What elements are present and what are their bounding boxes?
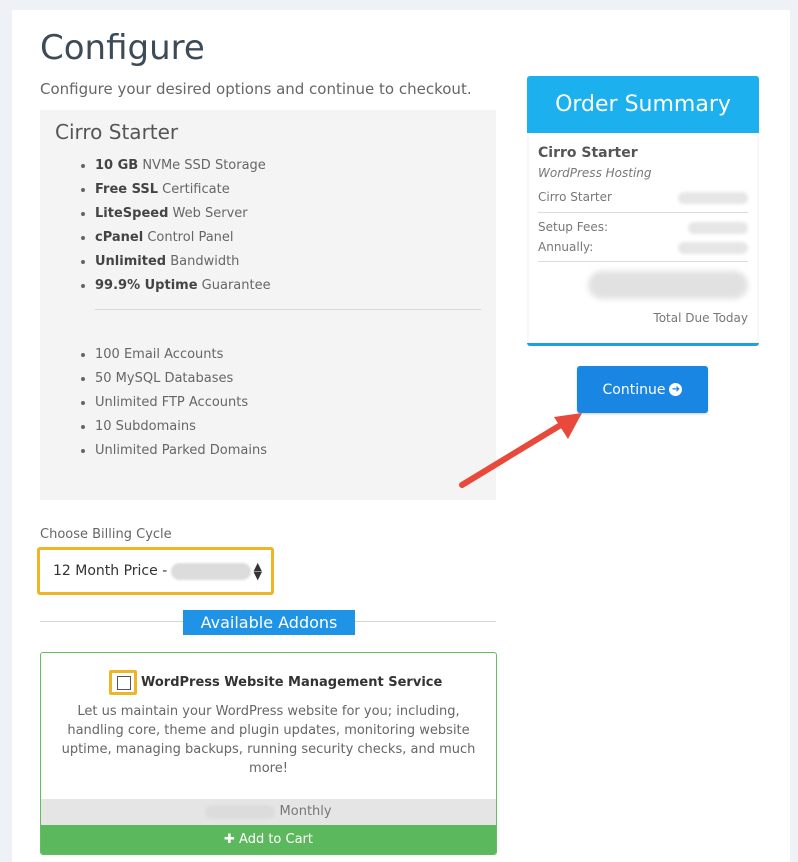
order-summary-body: Cirro Starter WordPress Hosting Cirro St… bbox=[529, 133, 757, 343]
total-due-label: Total Due Today bbox=[653, 311, 748, 325]
billing-cycle-label: Choose Billing Cycle bbox=[40, 527, 172, 542]
summary-divider bbox=[538, 212, 748, 213]
addons-heading: Available Addons bbox=[183, 610, 355, 635]
summary-product-name: Cirro Starter bbox=[538, 145, 638, 161]
product-name: Cirro Starter bbox=[55, 120, 179, 144]
list-item: 50 MySQL Databases bbox=[95, 369, 267, 393]
list-item: 99.9% Uptime Guarantee bbox=[95, 276, 271, 300]
blurred-price bbox=[205, 804, 276, 819]
page-title: Configure bbox=[40, 28, 205, 68]
order-summary-title: Order Summary bbox=[527, 76, 759, 133]
setup-fees-label: Setup Fees: bbox=[538, 220, 609, 234]
list-item: Free SSL Certificate bbox=[95, 180, 271, 204]
addon-title: WordPress Website Management Service bbox=[141, 675, 443, 690]
feature-divider bbox=[95, 309, 481, 310]
plus-icon: ✚ bbox=[223, 832, 235, 847]
arrow-circle-right-icon: ➜ bbox=[669, 383, 683, 396]
blurred-price bbox=[688, 222, 748, 234]
addon-card: WordPress Website Management Service Let… bbox=[40, 652, 497, 855]
add-to-cart-button[interactable]: ✚ Add to Cart bbox=[41, 825, 496, 854]
add-to-cart-label: Add to Cart bbox=[239, 832, 314, 847]
list-item: Unlimited FTP Accounts bbox=[95, 393, 267, 417]
blurred-price bbox=[678, 192, 748, 204]
continue-label: Continue bbox=[602, 381, 666, 398]
extras-list: 100 Email Accounts 50 MySQL Databases Un… bbox=[40, 345, 267, 465]
list-item: cPanel Control Panel bbox=[95, 228, 271, 252]
summary-divider bbox=[538, 261, 748, 262]
annotation-arrow bbox=[459, 413, 582, 488]
feature-list: 10 GB NVMe SSD Storage Free SSL Certific… bbox=[40, 156, 271, 300]
summary-product-group: WordPress Hosting bbox=[538, 166, 652, 180]
list-item: 10 Subdomains bbox=[95, 417, 267, 441]
addon-description: Let us maintain your WordPress website f… bbox=[61, 704, 476, 776]
continue-button[interactable]: Continue ➜ bbox=[577, 366, 708, 413]
sort-arrows-icon: ▲ ▼ bbox=[253, 560, 262, 582]
product-info-panel: Cirro Starter 10 GB NVMe SSD Storage Fre… bbox=[40, 110, 496, 500]
list-item: 100 Email Accounts bbox=[95, 345, 267, 369]
billing-cycle-select[interactable]: 12 Month Price - ▲ ▼ bbox=[37, 547, 274, 595]
list-item: Unlimited Bandwidth bbox=[95, 252, 271, 276]
list-item: Unlimited Parked Domains bbox=[95, 441, 267, 465]
blurred-total bbox=[588, 271, 748, 299]
addon-price-row: Monthly bbox=[41, 799, 496, 825]
blurred-price bbox=[171, 562, 252, 580]
list-item: LiteSpeed Web Server bbox=[95, 204, 271, 228]
summary-line-item: Cirro Starter bbox=[538, 190, 612, 204]
addon-checkbox[interactable] bbox=[109, 670, 137, 695]
blurred-price bbox=[678, 242, 748, 254]
annually-label: Annually: bbox=[538, 240, 594, 254]
page-subtitle: Configure your desired options and conti… bbox=[40, 80, 472, 98]
list-item: 10 GB NVMe SSD Storage bbox=[95, 156, 271, 180]
billing-cycle-value: 12 Month Price - bbox=[53, 563, 168, 579]
order-summary: Order Summary Cirro Starter WordPress Ho… bbox=[527, 76, 759, 346]
page-container: Configure Configure your desired options… bbox=[12, 10, 790, 862]
addon-period: Monthly bbox=[279, 804, 332, 819]
